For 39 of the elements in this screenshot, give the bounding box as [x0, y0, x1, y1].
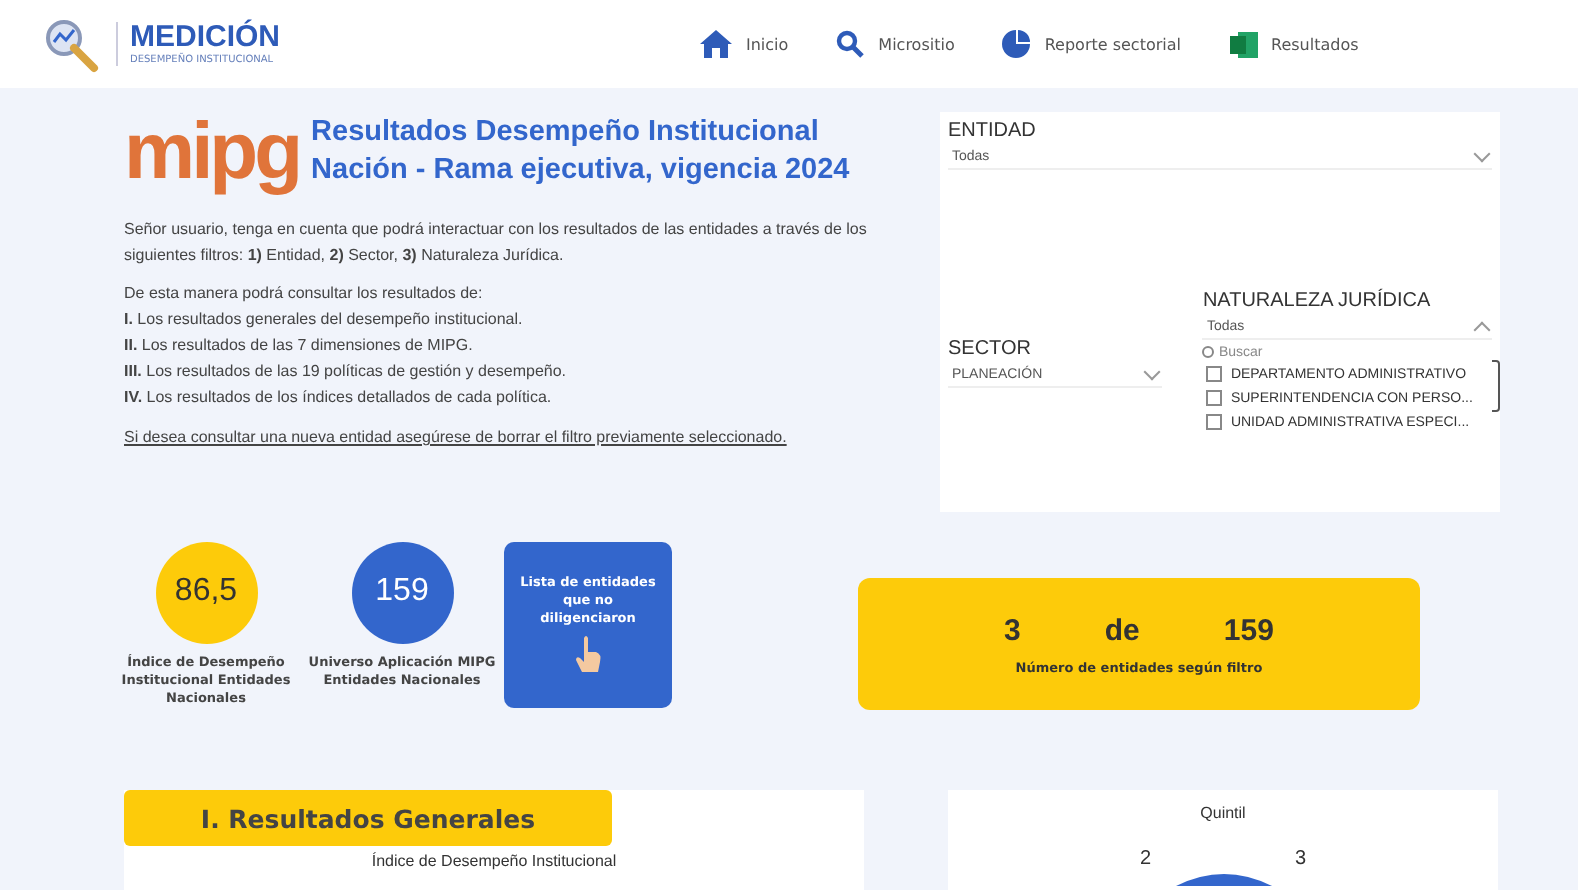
magnifier-icon [40, 14, 100, 74]
spreadsheet-icon [1229, 31, 1257, 57]
gauge-label: 2 [1139, 848, 1151, 870]
brand-name: MEDICIÓN [130, 22, 280, 54]
section-heading: I. Resultados Generales [124, 790, 612, 846]
kpi-value: 86,5 [155, 541, 257, 643]
list-heading: De esta manera podrá consultar los resultados de: [124, 282, 485, 306]
filtered-count: 3 [1004, 613, 1021, 647]
search-icon [836, 30, 865, 58]
chart-title: Índice de Desempeño Institucional [369, 852, 619, 870]
pie-chart-icon [1002, 30, 1031, 58]
counter-of: de [1104, 613, 1140, 647]
filter-label: ENTIDAD [948, 120, 1038, 142]
list-item: II. Los resultados de las 7 dimensiones de MIPG. [124, 334, 475, 358]
mipg-logo: mipg [124, 112, 300, 192]
nav-link[interactable]: Resultados [1229, 30, 1359, 58]
list-item: I. Los resultados generales del desempeño institucional. [124, 308, 525, 332]
filter-label: NATURALEZA JURÍDICA [1202, 290, 1433, 312]
pointing-hand-icon [572, 634, 604, 674]
total-count: 159 [1223, 613, 1274, 647]
nav-link[interactable]: Inicio [700, 30, 789, 58]
note-link[interactable]: Si desea consultar una nueva entidad asegúrese de borrar el filtro previamente seleccionado. [124, 428, 928, 446]
home-icon [700, 30, 732, 58]
page-title: Nación - Rama ejecutiva, vigencia 2024 [311, 152, 850, 190]
list-item: III. Los resultados de las 19 políticas de gestión y desempeño. [124, 360, 569, 384]
kpi-value: 159 [351, 541, 453, 643]
chart-title: Quintil [1200, 804, 1246, 822]
gauge-label: 3 [1295, 848, 1307, 870]
checkbox[interactable] [1206, 390, 1223, 406]
nav-link[interactable]: Reporte sectorial [1002, 30, 1181, 58]
page-title: Resultados Desempeño Institucional [311, 114, 821, 152]
checkbox[interactable] [1206, 414, 1223, 430]
nav-link[interactable]: Micrositio [836, 30, 955, 58]
filter-label: SECTOR [948, 338, 1033, 360]
search-icon [1202, 346, 1215, 358]
list-item: IV. Los resultados de los índices detallados de cada política. [124, 386, 554, 410]
scrollbar[interactable] [1492, 360, 1500, 412]
intro-paragraph: Señor usuario, tenga en cuenta que podrá interactuar con los resultados de las entidades a través de los siguientes filtros: 1) Entidad, 2) Sector, 3) Naturaleza Jurídica. [124, 218, 869, 268]
checkbox[interactable] [1206, 366, 1223, 382]
